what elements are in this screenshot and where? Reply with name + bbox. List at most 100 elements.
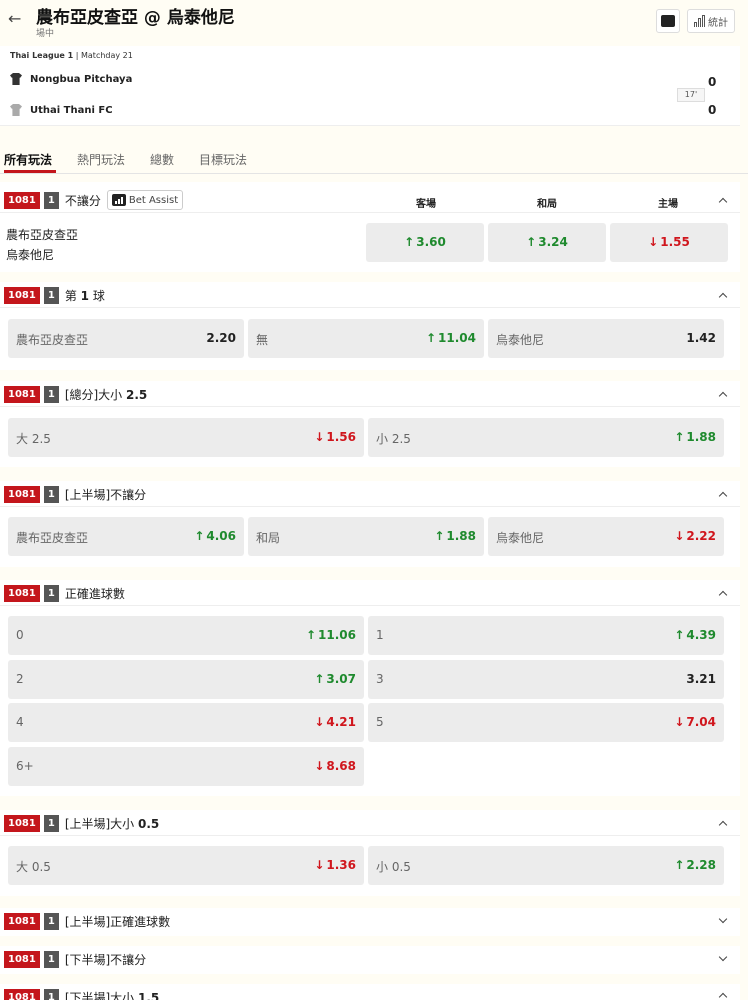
odds-button-draw[interactable]: 和局 ↑ 1.88 xyxy=(248,517,484,556)
team-name-2: 烏泰他尼 xyxy=(6,248,55,262)
market-title: 不讓分 xyxy=(64,193,101,208)
market-title: [總分]大小 2.5 xyxy=(64,387,148,402)
arrow-down-icon: ↓ xyxy=(674,715,685,729)
market-1h-total-0-5: 1081 1 [上半場]大小 0.5 大 0.5 ↓ 1.36 小 0.5 ↑ 2.… xyxy=(0,810,740,896)
odds-button-team2[interactable]: 烏泰他尼 ↓ 2.22 xyxy=(488,517,724,556)
bar-chart-icon xyxy=(694,15,705,27)
market-title: [下半場]大小 1.5 xyxy=(64,990,160,1000)
odds-button-goals-3[interactable]: 3 3.21 xyxy=(368,660,724,699)
arrow-up-icon: ↑ xyxy=(305,628,317,642)
tab-goals[interactable]: 目標玩法 xyxy=(199,151,247,168)
match-scoreboard: Thai League 1 | Matchday 21 Nongbua Pitc… xyxy=(0,46,740,126)
arrow-up-icon: ↑ xyxy=(526,235,537,249)
market-header[interactable]: 1081 1 [下半場]不讓分 xyxy=(4,948,146,970)
odds-button-team1[interactable]: 農布亞皮查亞 2.20 xyxy=(8,319,244,358)
market-total-2-5: 1081 1 [總分]大小 2.5 大 2.5 ↓ 1.56 小 2.5 ↑ 1.8… xyxy=(0,381,740,467)
live-tv-button[interactable] xyxy=(656,9,680,33)
arrow-up-icon: ↑ xyxy=(434,529,445,543)
market-header[interactable]: 1081 1 第 1 球 xyxy=(4,284,105,306)
odds-button-away[interactable]: ↑ 3.60 xyxy=(366,223,484,262)
collapse-chevron-icon[interactable] xyxy=(716,288,730,302)
expand-chevron-icon[interactable] xyxy=(716,914,730,928)
market-num-badge: 1 xyxy=(43,584,59,602)
market-tabs: 所有玩法 熱門玩法 總數 目標玩法 xyxy=(0,140,748,174)
market-header[interactable]: 1081 1 [下半場]大小 1.5 xyxy=(4,986,159,1000)
odds-button-over[interactable]: 大 2.5 ↓ 1.56 xyxy=(8,418,364,457)
team-name-1: 農布亞皮查亞 xyxy=(6,228,79,242)
market-id-badge: 1081 xyxy=(4,385,40,403)
market-1h-exact-goals: 1081 1 [上半場]正確進球數 xyxy=(0,908,740,936)
away-score: 0 xyxy=(708,103,717,117)
arrow-up-icon: ↑ xyxy=(425,331,437,345)
live-status: 場中 xyxy=(36,29,55,39)
arrow-up-icon: ↑ xyxy=(314,672,325,686)
arrow-up-icon: ↑ xyxy=(404,235,415,249)
market-header[interactable]: 1081 1 不讓分 Bet Assist xyxy=(4,189,184,211)
arrow-up-icon: ↑ xyxy=(674,430,685,444)
expand-chevron-icon[interactable] xyxy=(716,952,730,966)
odds-button-goals-4[interactable]: 4 ↓ 4.21 xyxy=(8,703,364,742)
bet-assist-button[interactable]: Bet Assist xyxy=(106,190,184,210)
odds-button-goals-2[interactable]: 2 ↑ 3.07 xyxy=(8,660,364,699)
market-num-badge: 1 xyxy=(43,385,59,403)
market-num-badge: 1 xyxy=(43,988,59,1000)
collapse-chevron-icon[interactable] xyxy=(716,193,730,207)
odds-button-draw[interactable]: ↑ 3.24 xyxy=(488,223,606,262)
arrow-down-icon: ↓ xyxy=(314,858,325,872)
arrow-up-icon: ↑ xyxy=(674,858,685,872)
odds-button-goals-6plus[interactable]: 6+ ↓ 8.68 xyxy=(8,747,364,786)
collapse-chevron-icon[interactable] xyxy=(716,387,730,401)
col-header-home: 主場 xyxy=(658,199,678,210)
market-header[interactable]: 1081 1 正確進球數 xyxy=(4,582,125,604)
tv-icon xyxy=(661,15,675,27)
odds-button-under[interactable]: 小 2.5 ↑ 1.88 xyxy=(368,418,724,457)
market-id-badge: 1081 xyxy=(4,191,40,209)
market-num-badge: 1 xyxy=(43,485,59,503)
tab-totals[interactable]: 總數 xyxy=(150,151,174,168)
market-num-badge: 1 xyxy=(43,286,59,304)
odds-button-goals-0[interactable]: 0 ↑ 11.06 xyxy=(8,616,364,655)
collapse-chevron-icon[interactable] xyxy=(716,487,730,501)
market-title: 正確進球數 xyxy=(64,586,125,601)
market-2h-total-1-5: 1081 1 [下半場]大小 1.5 xyxy=(0,984,740,1000)
odds-button-goals-1[interactable]: 1 ↑ 4.39 xyxy=(368,616,724,655)
back-arrow-icon[interactable]: ← xyxy=(8,9,21,28)
col-header-away: 客場 xyxy=(416,199,436,210)
active-tab-indicator xyxy=(4,170,56,173)
market-num-badge: 1 xyxy=(43,191,59,209)
stats-button[interactable]: 統計 xyxy=(687,9,735,33)
collapse-chevron-icon[interactable] xyxy=(716,816,730,830)
market-title: [上半場]大小 0.5 xyxy=(64,816,160,831)
market-header[interactable]: 1081 1 [上半場]正確進球數 xyxy=(4,910,170,932)
page-title: 農布亞皮查亞 @ 烏泰他尼 xyxy=(36,8,235,28)
tab-popular[interactable]: 熱門玩法 xyxy=(77,151,125,168)
odds-button-team2[interactable]: 烏泰他尼 1.42 xyxy=(488,319,724,358)
market-num-badge: 1 xyxy=(43,950,59,968)
home-score: 0 xyxy=(708,75,717,89)
league-name: Thai League 1 xyxy=(10,51,74,60)
col-header-draw: 和局 xyxy=(537,199,557,210)
arrow-down-icon: ↓ xyxy=(648,235,659,249)
away-team-name: Uthai Thani FC xyxy=(30,104,113,116)
market-id-badge: 1081 xyxy=(4,485,40,503)
odds-button-under[interactable]: 小 0.5 ↑ 2.28 xyxy=(368,846,724,885)
collapse-chevron-icon[interactable] xyxy=(716,586,730,600)
collapse-chevron-icon[interactable] xyxy=(716,988,730,1000)
league-info: Thai League 1 | Matchday 21 xyxy=(10,51,133,60)
odds-button-goals-5[interactable]: 5 ↓ 7.04 xyxy=(368,703,724,742)
market-2h-moneyline: 1081 1 [下半場]不讓分 xyxy=(0,946,740,974)
odds-button-none[interactable]: 無 ↑ 11.04 xyxy=(248,319,484,358)
market-header[interactable]: 1081 1 [總分]大小 2.5 xyxy=(4,383,147,405)
market-header[interactable]: 1081 1 [上半場]大小 0.5 xyxy=(4,812,159,834)
market-id-badge: 1081 xyxy=(4,988,40,1000)
odds-button-team1[interactable]: 農布亞皮查亞 ↑ 4.06 xyxy=(8,517,244,556)
market-id-badge: 1081 xyxy=(4,584,40,602)
arrow-up-icon: ↑ xyxy=(194,529,205,543)
odds-button-home[interactable]: ↓ 1.55 xyxy=(610,223,728,262)
tab-all[interactable]: 所有玩法 xyxy=(4,151,52,168)
market-header[interactable]: 1081 1 [上半場]不讓分 xyxy=(4,483,146,505)
home-team-name: Nongbua Pitchaya xyxy=(30,73,133,85)
market-title: [上半場]正確進球數 xyxy=(64,914,171,929)
odds-button-over[interactable]: 大 0.5 ↓ 1.36 xyxy=(8,846,364,885)
market-id-badge: 1081 xyxy=(4,286,40,304)
